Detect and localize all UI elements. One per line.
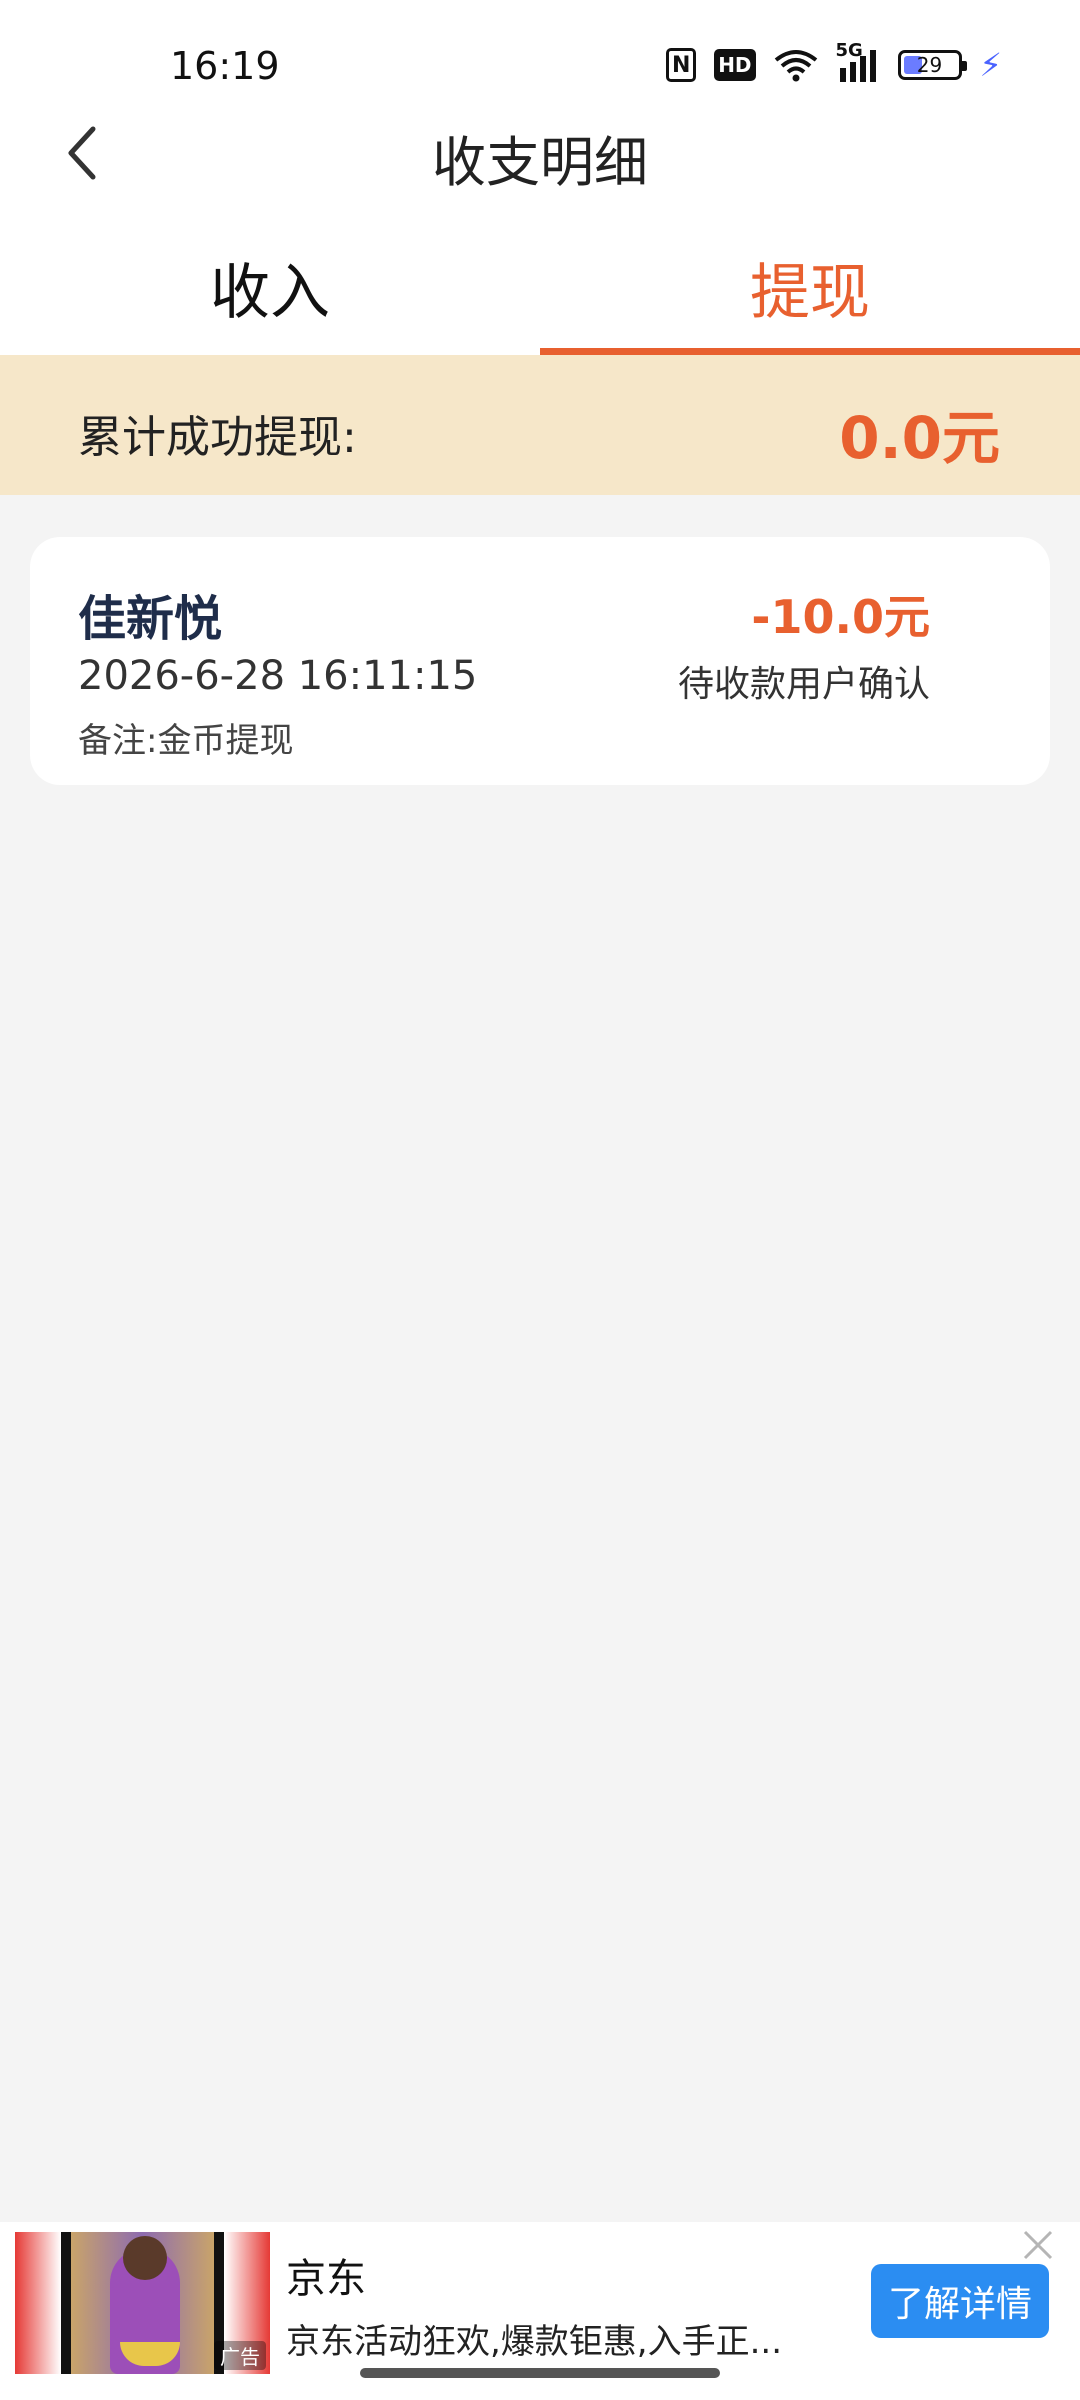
summary-label: 累计成功提现: xyxy=(78,412,357,463)
battery-icon: 29 xyxy=(897,50,967,80)
hd-icon: HD xyxy=(714,49,756,81)
home-indicator[interactable] xyxy=(360,2368,720,2378)
battery-level: 29 xyxy=(916,53,943,77)
list-item[interactable]: 佳新悦 2026-6-28 16:11:15 备注:金币提现 -10.0元 待收… xyxy=(30,537,1050,785)
status-icons: N HD 5G 29 ⚡ xyxy=(666,40,1002,84)
close-icon[interactable] xyxy=(1018,2228,1058,2268)
record-name: 佳新悦 xyxy=(78,591,223,647)
nfc-icon: N xyxy=(666,48,697,82)
ad-thumbnail[interactable]: 广告 xyxy=(15,2232,270,2374)
ad-title: 京东 xyxy=(286,2256,366,2302)
network-type-label: 5G xyxy=(835,40,863,61)
record-time: 2026-6-28 16:11:15 xyxy=(78,653,478,699)
record-note: 备注:金币提现 xyxy=(78,721,294,761)
learn-more-button[interactable]: 了解详情 xyxy=(871,2264,1049,2338)
ad-tag: 广告 xyxy=(214,2341,266,2370)
page-title: 收支明细 xyxy=(432,131,648,194)
tab-withdraw[interactable]: 提现 xyxy=(540,220,1080,355)
page-header: 收支明细 xyxy=(0,100,1080,220)
summary-amount: 0.0元 xyxy=(839,404,1000,472)
cellular-signal-icon: 5G xyxy=(836,40,880,82)
screen: 16:19 N HD 5G 29 ⚡ 收支明细 收入 提现 累计成功提现: 0.… xyxy=(0,0,1080,2400)
charging-icon: ⚡ xyxy=(979,46,1002,84)
record-status: 待收款用户确认 xyxy=(677,664,930,705)
tab-bar: 收入 提现 xyxy=(0,220,1080,355)
ad-description: 京东活动狂欢,爆款钜惠,入手正... xyxy=(286,2322,783,2362)
record-amount: -10.0元 xyxy=(751,590,930,644)
withdraw-summary: 累计成功提现: 0.0元 xyxy=(0,355,1080,495)
status-time: 16:19 xyxy=(170,44,280,88)
wifi-icon xyxy=(774,48,818,82)
tab-income[interactable]: 收入 xyxy=(0,220,540,355)
